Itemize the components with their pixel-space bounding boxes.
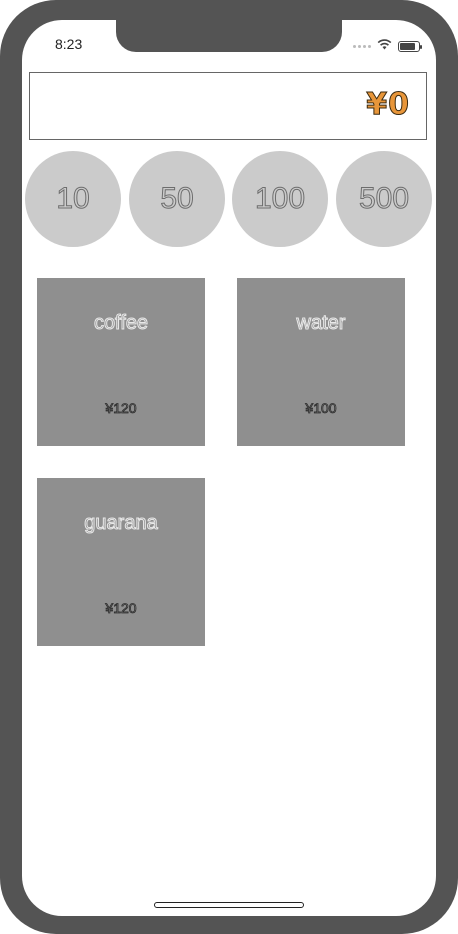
product-price: ¥120	[105, 400, 137, 417]
coin-buttons: 10 50 100 500	[25, 151, 433, 247]
product-name: water	[296, 312, 346, 335]
coin-button-500[interactable]: 500	[336, 151, 432, 247]
coin-button-50[interactable]: 50	[129, 151, 225, 247]
wifi-icon	[377, 37, 392, 55]
device-frame: 8:23 ¥0 10 50 100 500 coffee ¥120 water …	[0, 0, 458, 934]
battery-icon	[398, 40, 422, 52]
coin-button-100[interactable]: 100	[232, 151, 328, 247]
app-screen: 8:23 ¥0 10 50 100 500 coffee ¥120 water …	[22, 20, 436, 916]
balance-display: ¥0	[29, 72, 427, 140]
product-tile-guarana[interactable]: guarana ¥120	[37, 478, 205, 646]
product-name: coffee	[93, 312, 149, 335]
battery-level	[400, 42, 416, 50]
product-tile-coffee[interactable]: coffee ¥120	[37, 278, 205, 446]
product-price: ¥120	[105, 600, 137, 617]
device-notch	[116, 20, 342, 52]
status-time: 8:23	[55, 36, 83, 52]
product-price: ¥100	[305, 400, 337, 417]
status-icons	[353, 37, 422, 55]
product-name: guarana	[84, 512, 158, 535]
balance-value: ¥0	[366, 87, 410, 123]
cellular-signal-icon	[353, 44, 371, 48]
coin-button-10[interactable]: 10	[25, 151, 121, 247]
home-indicator[interactable]	[154, 902, 304, 908]
product-tile-water[interactable]: water ¥100	[237, 278, 405, 446]
